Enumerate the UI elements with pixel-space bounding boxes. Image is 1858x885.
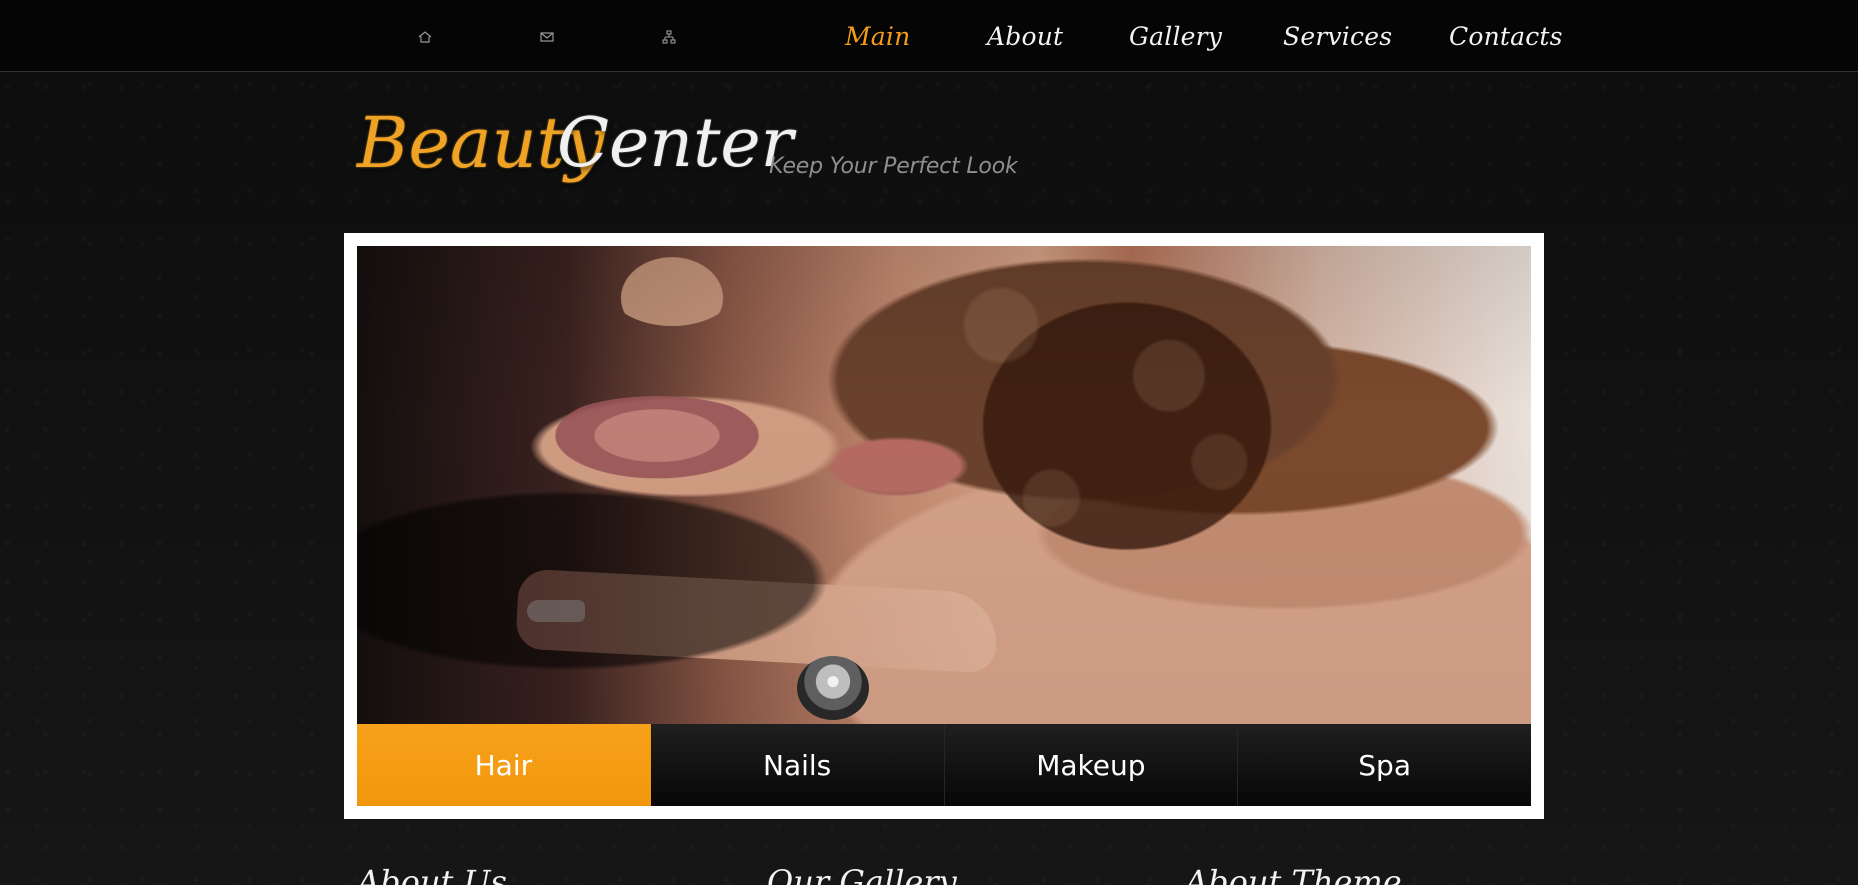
section-labels: About Us Our Gallery About Theme — [357, 863, 1402, 885]
sitemap-icon[interactable] — [662, 30, 676, 44]
logo-center: Center — [557, 104, 794, 183]
service-tabs: Hair Nails Makeup Spa — [357, 724, 1531, 806]
tab-spa[interactable]: Spa — [1238, 724, 1531, 806]
nav-item-main[interactable]: Main — [845, 22, 987, 51]
top-icons-group — [418, 25, 676, 49]
main-navigation: Main About Gallery Services Contacts — [845, 12, 1563, 60]
nav-item-services[interactable]: Services — [1283, 22, 1449, 51]
tab-nails[interactable]: Nails — [650, 724, 945, 806]
site-tagline: Keep Your Perfect Look — [769, 154, 1018, 179]
mail-icon[interactable] — [540, 30, 554, 44]
nav-item-contacts[interactable]: Contacts — [1449, 22, 1563, 51]
tab-makeup[interactable]: Makeup — [944, 724, 1239, 806]
hero-frame: Hair Nails Makeup Spa — [344, 233, 1544, 819]
hero-shadow-overlay — [357, 246, 1531, 724]
home-icon[interactable] — [418, 30, 432, 44]
about-theme-heading: About Theme — [1185, 863, 1402, 885]
about-us-heading: About Us — [357, 863, 507, 885]
top-navigation-bar: Main About Gallery Services Contacts — [0, 0, 1858, 72]
hero-image — [357, 246, 1531, 724]
our-gallery-heading: Our Gallery — [767, 863, 957, 885]
site-logo[interactable]: Beauty Center Keep Your Perfect Look — [357, 104, 1018, 208]
nav-item-about[interactable]: About — [987, 22, 1129, 51]
nav-item-gallery[interactable]: Gallery — [1129, 22, 1283, 51]
tab-hair[interactable]: Hair — [357, 724, 651, 806]
